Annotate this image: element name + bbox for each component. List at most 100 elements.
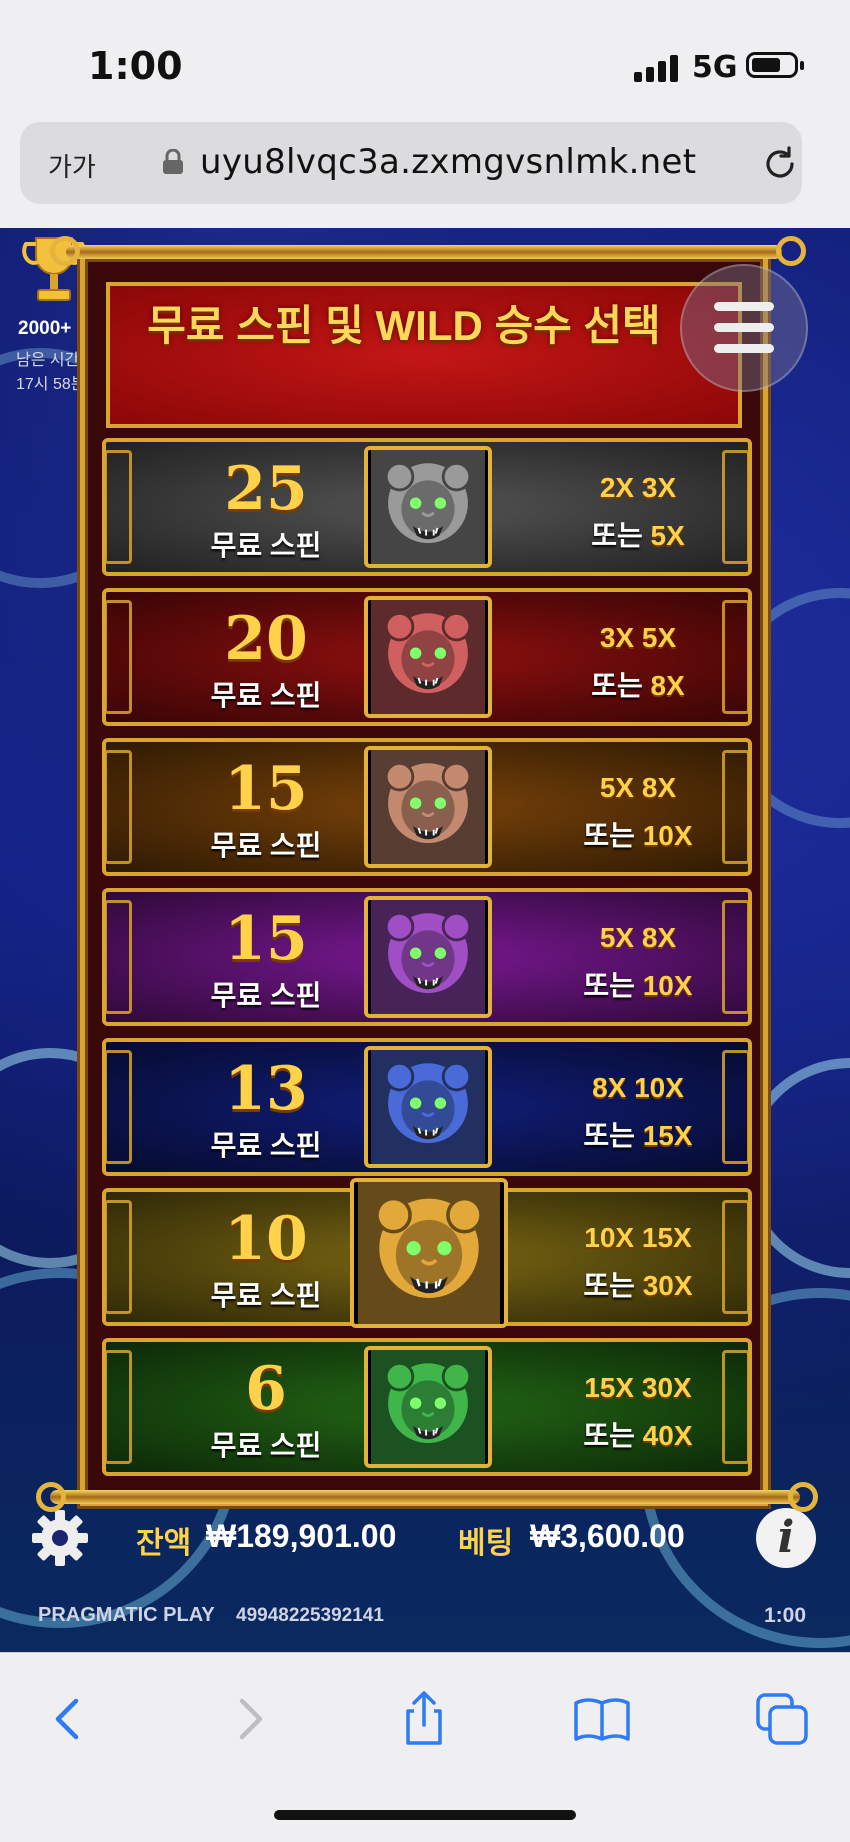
multiplier-last: 40X <box>642 1420 693 1451</box>
fret-decoration <box>104 600 132 714</box>
game-footer: 잔액 ₩189,901.00 베팅 ₩3,600.00 i PRAGMATIC … <box>0 1508 850 1652</box>
game-clock: 1:00 <box>764 1604 807 1627</box>
or-label: 또는 <box>583 820 635 851</box>
lion-face-icon <box>371 450 485 564</box>
scroll-rod-bottom <box>50 1490 800 1504</box>
menu-button[interactable] <box>680 264 808 392</box>
info-button[interactable]: i <box>756 1508 816 1568</box>
spin-count: 15 <box>224 904 308 974</box>
menu-icon <box>714 344 774 353</box>
multiplier-last: 5X <box>650 520 685 551</box>
lion-icon <box>364 596 492 718</box>
info-icon: i <box>777 1512 795 1563</box>
multiplier-values-last: 또는 10X <box>538 814 738 854</box>
balance-label: 잔액 <box>136 1527 192 1560</box>
spin-count: 13 <box>224 1054 308 1124</box>
lion-icon <box>364 1346 492 1468</box>
fret-decoration <box>104 750 132 864</box>
status-bar: 1:00 5G <box>0 0 850 120</box>
lion-icon <box>364 896 492 1018</box>
multiplier-values-last: 또는 5X <box>538 514 738 554</box>
signal-icon <box>634 54 678 82</box>
game-canvas: 2000+ 남은 시간 17시 58분 무료 스핀 및 WILD 승수 선택 2… <box>0 228 850 1652</box>
free-spin-option[interactable]: 6 무료 스핀 15X 30X 또는 40X <box>102 1338 752 1476</box>
panel-title-box: 무료 스핀 및 WILD 승수 선택 <box>106 282 742 428</box>
multiplier-values: 2X 3X <box>599 472 677 503</box>
spin-count: 10 <box>224 1204 308 1274</box>
bet-value: ₩3,600.00 <box>530 1518 685 1554</box>
fret-decoration <box>104 1050 132 1164</box>
multiplier-values-last: 또는 30X <box>538 1264 738 1304</box>
multiplier-values: 5X 8X <box>599 772 677 803</box>
lion-icon <box>364 746 492 868</box>
spin-count: 6 <box>245 1354 287 1424</box>
or-label: 또는 <box>583 1120 635 1151</box>
or-label: 또는 <box>583 1420 635 1451</box>
lion-face-icon <box>371 1050 485 1164</box>
fret-decoration <box>104 450 132 564</box>
brand-logo: PRAGMATIC PLAY <box>38 1604 215 1626</box>
reload-icon[interactable] <box>762 146 798 182</box>
lion-face-icon <box>371 750 485 864</box>
forward-icon[interactable] <box>220 1689 280 1749</box>
multiplier-values: 5X 8X <box>599 922 677 953</box>
spin-count: 25 <box>224 454 308 524</box>
spin-label: 무료 스핀 <box>210 1430 322 1461</box>
multiplier-values: 10X 15X <box>584 1222 692 1253</box>
multiplier-last: 15X <box>642 1120 693 1151</box>
bet-label: 베팅 <box>458 1527 514 1560</box>
free-spin-option[interactable]: 25 무료 스핀 2X 3X 또는 5X <box>102 438 752 576</box>
balance-value: ₩189,901.00 <box>206 1518 397 1554</box>
back-icon[interactable] <box>38 1689 98 1749</box>
text-size-button[interactable]: 가가 <box>48 147 96 184</box>
status-time: 1:00 <box>88 44 183 88</box>
free-spin-option[interactable]: 15 무료 스핀 5X 8X 또는 10X <box>102 888 752 1026</box>
multiplier-values-last: 또는 8X <box>538 664 738 704</box>
spin-label: 무료 스핀 <box>210 830 322 861</box>
spin-label: 무료 스핀 <box>210 980 322 1011</box>
home-indicator[interactable] <box>274 1810 576 1820</box>
menu-icon <box>714 302 774 311</box>
tournament-remaining-label: 남은 시간 <box>16 352 80 369</box>
or-label: 또는 <box>583 1270 635 1301</box>
free-spin-option[interactable]: 20 무료 스핀 3X 5X 또는 8X <box>102 588 752 726</box>
scroll-rod-cap <box>50 236 80 266</box>
tabs-icon[interactable] <box>752 1689 812 1749</box>
scroll-rod-cap <box>776 236 806 266</box>
free-spin-option[interactable]: 13 무료 스핀 8X 10X 또는 15X <box>102 1038 752 1176</box>
menu-icon <box>714 323 774 332</box>
gear-icon[interactable] <box>30 1508 90 1568</box>
scroll-rod-cap <box>36 1482 66 1512</box>
lock-icon <box>163 149 183 174</box>
multiplier-last: 10X <box>642 970 693 1001</box>
tournament-remaining-time: 17시 58분 <box>16 376 86 393</box>
scroll-rod-top <box>66 245 782 259</box>
lion-icon <box>364 446 492 568</box>
lion-icon <box>364 1046 492 1168</box>
multiplier-values-last: 또는 15X <box>538 1114 738 1154</box>
free-spin-option[interactable]: 15 무료 스핀 5X 8X 또는 10X <box>102 738 752 876</box>
round-id: 49948225392141 <box>236 1605 384 1626</box>
multiplier-values-last: 또는 40X <box>538 1414 738 1454</box>
lion-face-icon <box>371 600 485 714</box>
or-label: 또는 <box>591 520 643 551</box>
battery-icon <box>746 52 804 78</box>
spin-label: 무료 스핀 <box>210 1130 322 1161</box>
tournament-count: 2000+ <box>18 318 72 339</box>
share-icon[interactable] <box>394 1689 454 1749</box>
lion-icon <box>350 1178 508 1328</box>
multiplier-values: 15X 30X <box>584 1372 692 1403</box>
spin-label: 무료 스핀 <box>210 1280 322 1311</box>
fret-decoration <box>104 1350 132 1464</box>
spin-label: 무료 스핀 <box>210 680 322 711</box>
fret-decoration <box>104 900 132 1014</box>
spin-label: 무료 스핀 <box>210 530 322 561</box>
panel-title: 무료 스핀 및 WILD 승수 선택 <box>147 302 661 349</box>
url-text[interactable]: uyu8lvqc3a.zxmgvsnlmk.net <box>200 142 696 182</box>
network-type: 5G <box>692 50 738 85</box>
or-label: 또는 <box>591 670 643 701</box>
lion-face-icon <box>371 1350 485 1464</box>
bookmarks-icon[interactable] <box>572 1689 632 1749</box>
free-spin-option[interactable]: 10 무료 스핀 10X 15X 또는 30X <box>102 1178 752 1328</box>
address-bar[interactable]: 가가 uyu8lvqc3a.zxmgvsnlmk.net <box>20 122 802 204</box>
